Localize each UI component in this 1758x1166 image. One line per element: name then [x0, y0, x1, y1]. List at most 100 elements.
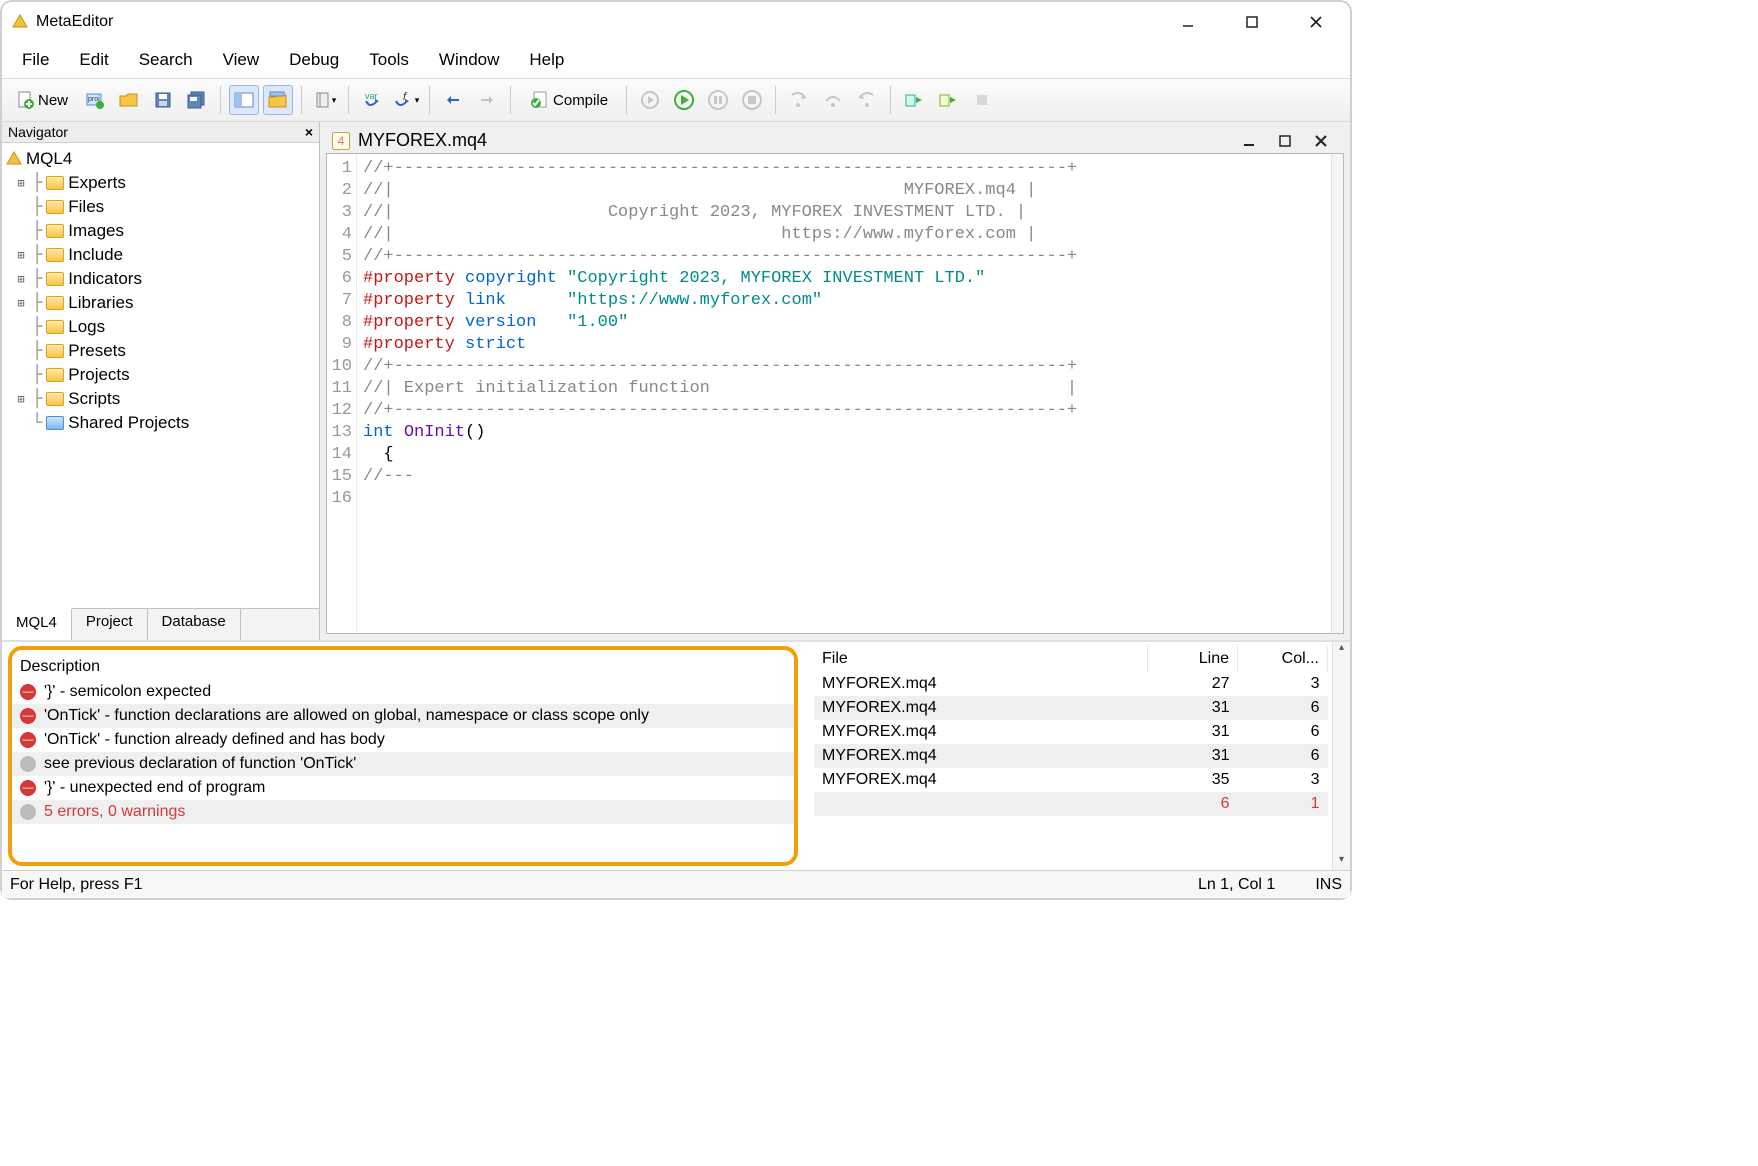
- pause-button[interactable]: [703, 85, 733, 115]
- nav-item[interactable]: Images: [68, 221, 124, 241]
- error-file-row[interactable]: MYFOREX.mq4316: [814, 744, 1328, 768]
- expand-icon[interactable]: ⊞: [14, 296, 28, 310]
- expand-icon[interactable]: ⊞: [14, 248, 28, 262]
- menu-edit[interactable]: Edit: [67, 46, 120, 74]
- step-over-button[interactable]: [818, 85, 848, 115]
- nav-tab-project[interactable]: Project: [72, 609, 148, 640]
- errors-description-pane: Description—'}' - semicolon expected—'On…: [8, 646, 798, 866]
- nav-item[interactable]: Shared Projects: [68, 413, 189, 433]
- error-icon: —: [20, 732, 36, 748]
- expand-icon[interactable]: ⊞: [14, 392, 28, 406]
- expand-icon[interactable]: ⊞: [14, 176, 28, 190]
- error-row[interactable]: —'OnTick' - function already defined and…: [12, 728, 794, 752]
- restart-button[interactable]: [635, 85, 665, 115]
- error-row[interactable]: —'}' - unexpected end of program: [12, 776, 794, 800]
- expand-icon[interactable]: [14, 224, 28, 238]
- menu-file[interactable]: File: [10, 46, 61, 74]
- fx-button[interactable]: f▾: [391, 85, 421, 115]
- menu-tools[interactable]: Tools: [357, 46, 421, 74]
- new-button[interactable]: New: [8, 85, 76, 115]
- error-file-row[interactable]: MYFOREX.mq4316: [814, 696, 1328, 720]
- error-summary: 5 errors, 0 warnings: [44, 803, 185, 821]
- info-icon: [20, 756, 36, 772]
- compile-button[interactable]: Compile: [519, 85, 618, 115]
- error-file-row[interactable]: MYFOREX.mq4353: [814, 768, 1328, 792]
- menu-debug[interactable]: Debug: [277, 46, 351, 74]
- error-row[interactable]: —'}' - semicolon expected: [12, 680, 794, 704]
- editor-maximize-button[interactable]: [1278, 134, 1292, 148]
- code-editor[interactable]: 12345678910111213141516 //+-------------…: [326, 153, 1344, 634]
- errors-vscroll[interactable]: ▴▾: [1332, 642, 1350, 870]
- folder-icon: [46, 200, 64, 214]
- info-icon: [20, 804, 36, 820]
- nav-item[interactable]: Logs: [68, 317, 105, 337]
- editor-close-button[interactable]: [1314, 134, 1328, 148]
- navigator-panel: Navigator × MQL4⊞├Experts ├Files ├Images…: [2, 122, 320, 640]
- error-file-row[interactable]: MYFOREX.mq4273: [814, 672, 1328, 696]
- navigator-tree[interactable]: MQL4⊞├Experts ├Files ├Images⊞├Include⊞├I…: [2, 143, 319, 608]
- var-button[interactable]: var: [357, 85, 387, 115]
- step-out-button[interactable]: [852, 85, 882, 115]
- nav-item[interactable]: Libraries: [68, 293, 133, 313]
- book-button[interactable]: ▾: [310, 85, 340, 115]
- minimize-button[interactable]: [1170, 7, 1206, 37]
- nav-item[interactable]: Experts: [68, 173, 126, 193]
- folder-icon: [46, 392, 64, 406]
- back-button[interactable]: [438, 85, 468, 115]
- debug-real-button[interactable]: [933, 85, 963, 115]
- run-button[interactable]: [669, 85, 699, 115]
- expand-icon[interactable]: [14, 416, 28, 430]
- nav-tab-mql4[interactable]: MQL4: [2, 608, 72, 640]
- folder-icon: [46, 248, 64, 262]
- error-row[interactable]: —'OnTick' - function declarations are al…: [12, 704, 794, 728]
- folder-icon: [46, 176, 64, 190]
- project-button[interactable]: proj: [80, 85, 110, 115]
- editor-vscroll[interactable]: [1331, 154, 1343, 633]
- menu-search[interactable]: Search: [127, 46, 205, 74]
- compile-label: Compile: [553, 92, 608, 109]
- nav-item[interactable]: Files: [68, 197, 104, 217]
- debug-history-button[interactable]: [899, 85, 929, 115]
- expand-icon[interactable]: [14, 320, 28, 334]
- menu-help[interactable]: Help: [517, 46, 576, 74]
- toggle-navigator-button[interactable]: [229, 85, 259, 115]
- maximize-button[interactable]: [1234, 7, 1270, 37]
- error-row[interactable]: see previous declaration of function 'On…: [12, 752, 794, 776]
- nav-item[interactable]: Scripts: [68, 389, 120, 409]
- folder-icon: [46, 368, 64, 382]
- navigator-close-button[interactable]: ×: [305, 124, 313, 140]
- expand-icon[interactable]: [14, 200, 28, 214]
- close-button[interactable]: [1298, 7, 1334, 37]
- forward-button[interactable]: [472, 85, 502, 115]
- editor-panel: 4 MYFOREX.mq4 12345678910111213141516 //…: [320, 122, 1350, 640]
- status-mode: INS: [1315, 876, 1342, 894]
- code-area[interactable]: //+-------------------------------------…: [357, 154, 1331, 633]
- folder-icon: [46, 272, 64, 286]
- folder-icon: [46, 344, 64, 358]
- nav-item[interactable]: Include: [68, 245, 123, 265]
- expand-icon[interactable]: [14, 344, 28, 358]
- nav-item[interactable]: Indicators: [68, 269, 142, 289]
- menu-window[interactable]: Window: [427, 46, 511, 74]
- file-icon: 4: [332, 132, 350, 150]
- stop-button[interactable]: [737, 85, 767, 115]
- step-into-button[interactable]: [784, 85, 814, 115]
- save-all-button[interactable]: [182, 85, 212, 115]
- errors-table[interactable]: FileLineCol...MYFOREX.mq4273MYFOREX.mq43…: [814, 646, 1328, 816]
- terminate-button[interactable]: [967, 85, 997, 115]
- error-file-row[interactable]: MYFOREX.mq4316: [814, 720, 1328, 744]
- navigator-tabs: MQL4ProjectDatabase: [2, 608, 319, 640]
- nav-root[interactable]: MQL4: [26, 149, 72, 169]
- expand-icon[interactable]: [14, 368, 28, 382]
- menu-view[interactable]: View: [211, 46, 272, 74]
- editor-minimize-button[interactable]: [1242, 134, 1256, 148]
- folder-icon: [46, 320, 64, 334]
- app-icon: [10, 12, 30, 32]
- nav-tab-database[interactable]: Database: [148, 609, 241, 640]
- toggle-toolbox-button[interactable]: [263, 85, 293, 115]
- nav-item[interactable]: Projects: [68, 365, 129, 385]
- nav-item[interactable]: Presets: [68, 341, 126, 361]
- open-button[interactable]: [114, 85, 144, 115]
- expand-icon[interactable]: ⊞: [14, 272, 28, 286]
- save-button[interactable]: [148, 85, 178, 115]
